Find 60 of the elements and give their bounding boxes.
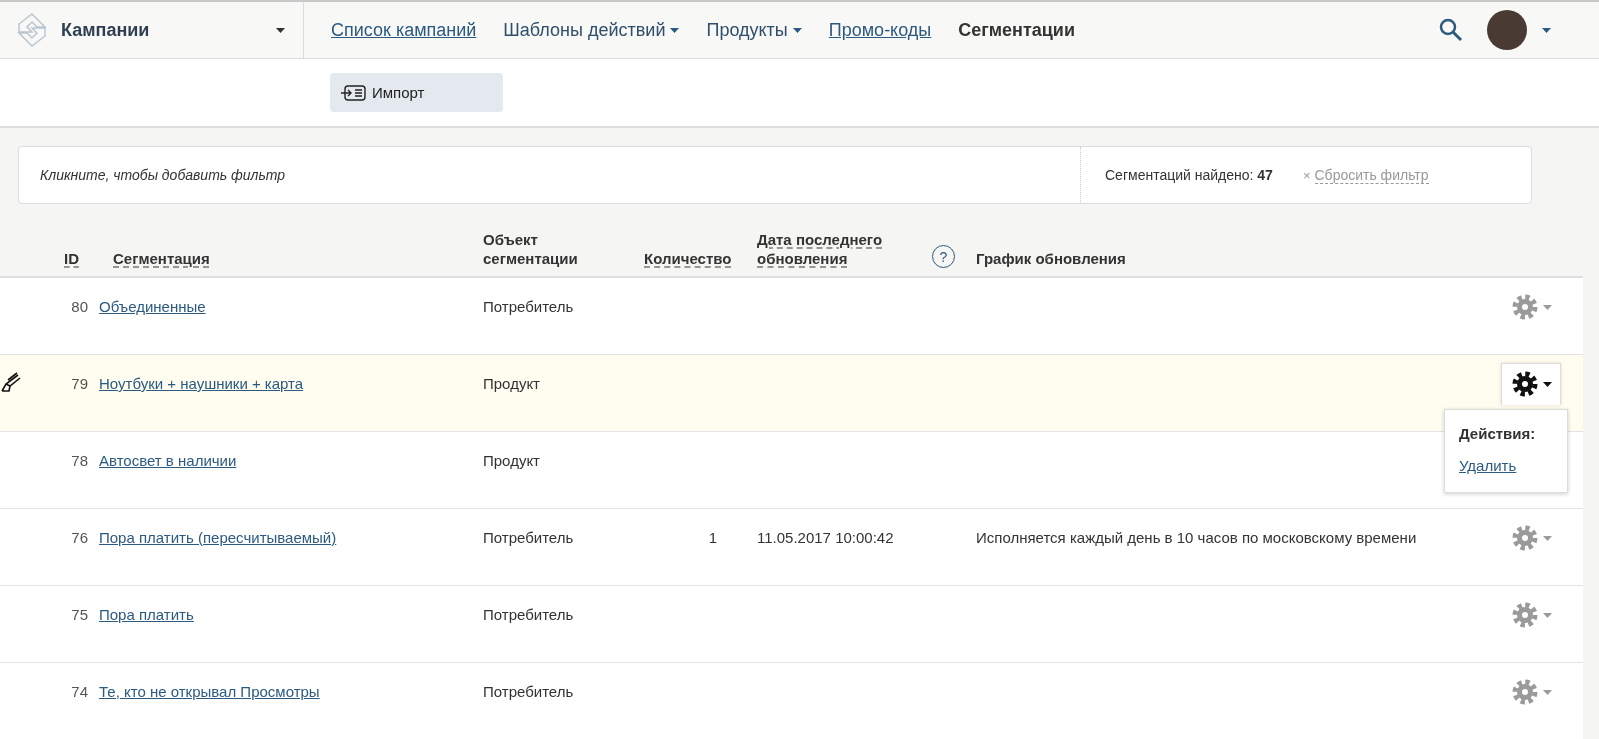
results-count: Сегментаций найдено: 47 xyxy=(1105,167,1273,183)
nav-dropdown[interactable]: Продукты xyxy=(706,19,802,41)
nav-link[interactable]: Список кампаний xyxy=(331,19,477,41)
table-cell-text: Исполняется каждый день в 10 часов по московскому времени xyxy=(976,528,1418,548)
gear-icon xyxy=(1512,294,1538,320)
segmentation-link[interactable]: Те, кто не открывал Просмотры xyxy=(99,683,320,700)
id-cell-text: 74 xyxy=(70,682,88,702)
table-cell-text: 11.05.2017 10:00:42 xyxy=(756,528,895,548)
gear-icon xyxy=(1512,602,1538,628)
table-cell-text: Потребитель xyxy=(482,297,575,317)
caret-icon xyxy=(1543,535,1552,541)
avatar[interactable] xyxy=(1487,10,1527,50)
search-icon xyxy=(1439,18,1463,42)
logo-icon xyxy=(15,12,49,48)
segmentation-link[interactable]: Ноутбуки + наушники + карта xyxy=(99,375,304,392)
close-mark: × xyxy=(1302,167,1311,183)
segmentation-link[interactable]: Пора платить xyxy=(99,606,194,623)
column-header[interactable]: Количество xyxy=(632,249,732,268)
table-cell-text: Продукт xyxy=(482,374,541,394)
table-cell-text: Потребитель xyxy=(482,682,575,702)
caret-icon xyxy=(1543,304,1552,310)
nav-link[interactable]: Сегментации xyxy=(958,19,1075,41)
id-cell-text: 78 xyxy=(70,451,88,471)
section-selector[interactable]: Кампании xyxy=(0,2,304,58)
table-cell-text: Потребитель xyxy=(482,528,575,548)
nav-link[interactable]: Промо-коды xyxy=(828,19,932,41)
settings-button[interactable] xyxy=(1501,363,1561,405)
pen-cursor-icon xyxy=(0,371,22,393)
menu-title: Действия: xyxy=(1459,424,1537,444)
id-cell-text: 76 xyxy=(70,528,88,548)
gear-icon xyxy=(1512,679,1538,705)
caret-icon xyxy=(1543,612,1552,618)
section-title: Кампании xyxy=(61,19,151,41)
import-button[interactable]: Импорт xyxy=(330,73,503,112)
caret-icon xyxy=(1543,381,1552,387)
caret-icon xyxy=(1542,27,1551,33)
caret-icon xyxy=(792,28,802,34)
caret-icon xyxy=(670,28,680,34)
segmentation-link[interactable]: Пора платить (пересчитываемый) xyxy=(99,529,337,546)
nav-dropdown[interactable]: Шаблоны действий xyxy=(503,19,680,41)
id-cell-text: 80 xyxy=(70,297,88,317)
caret-icon xyxy=(1543,689,1552,695)
column-header: Объект сегментации xyxy=(482,230,579,268)
table-cell-text: 1 xyxy=(707,528,718,548)
table-cell-text: Продукт xyxy=(482,451,541,471)
column-header[interactable]: Дата последнего обновления xyxy=(732,230,907,268)
id-cell-text: 79 xyxy=(70,374,88,394)
menu-item[interactable]: Удалить xyxy=(1459,457,1517,474)
gear-icon xyxy=(1512,525,1538,551)
caret-icon xyxy=(276,27,285,33)
gear-icon xyxy=(1512,371,1538,397)
column-header[interactable]: ID xyxy=(60,249,88,268)
column-header[interactable]: Сегментация xyxy=(88,249,472,268)
segmentation-link[interactable]: Объединенные xyxy=(99,298,206,315)
segmentation-link[interactable]: Автосвет в наличии xyxy=(99,452,237,469)
table-cell-text: Потребитель xyxy=(482,605,575,625)
filter-field[interactable]: Кликните, чтобы добавить фильтр xyxy=(19,167,1080,183)
id-cell-text: 75 xyxy=(70,605,88,625)
column-header: График обновления xyxy=(976,249,1127,268)
import-icon xyxy=(340,83,366,102)
